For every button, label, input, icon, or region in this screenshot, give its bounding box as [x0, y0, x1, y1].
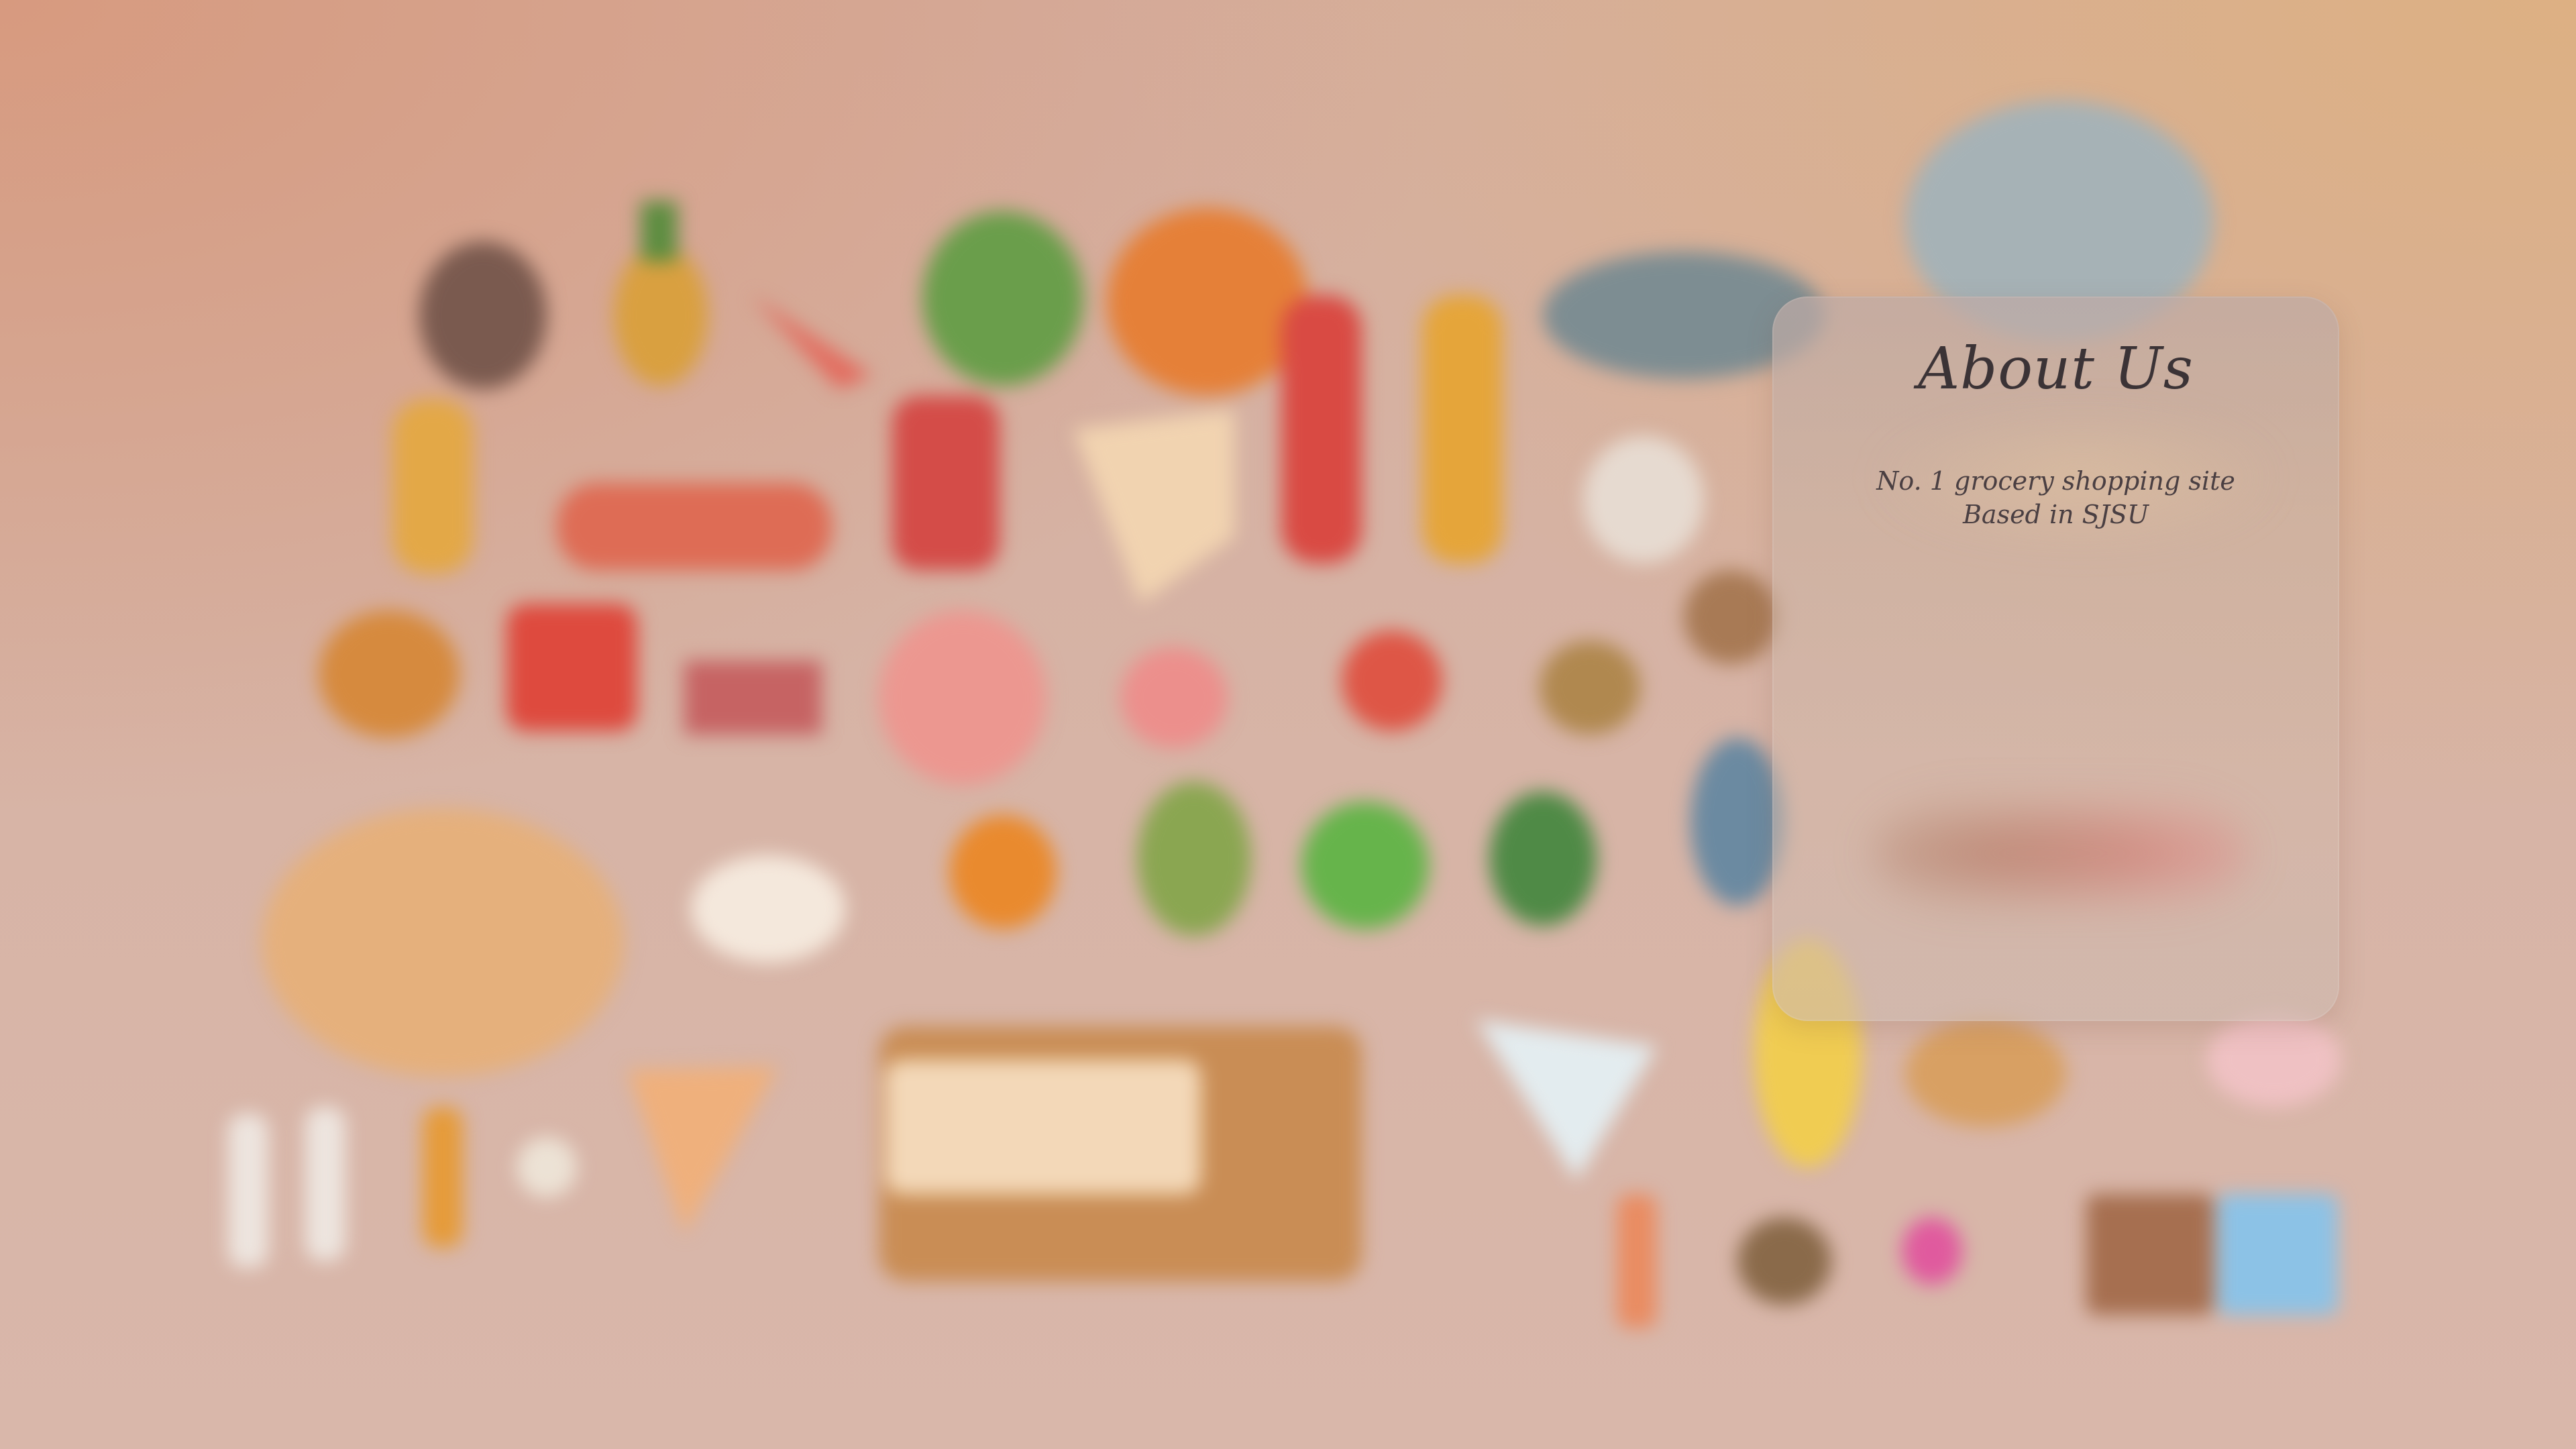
about-us-line: No. 1 grocery shopping site	[1876, 466, 2235, 496]
about-us-description: No. 1 grocery shopping site Based in SJS…	[1772, 464, 2339, 531]
card-backdrop-glow	[1873, 780, 2249, 927]
about-us-title: About Us	[1918, 335, 2194, 402]
about-us-card: About Us No. 1 grocery shopping site Bas…	[1772, 297, 2339, 1021]
about-us-line: Based in SJSU	[1962, 500, 2149, 529]
